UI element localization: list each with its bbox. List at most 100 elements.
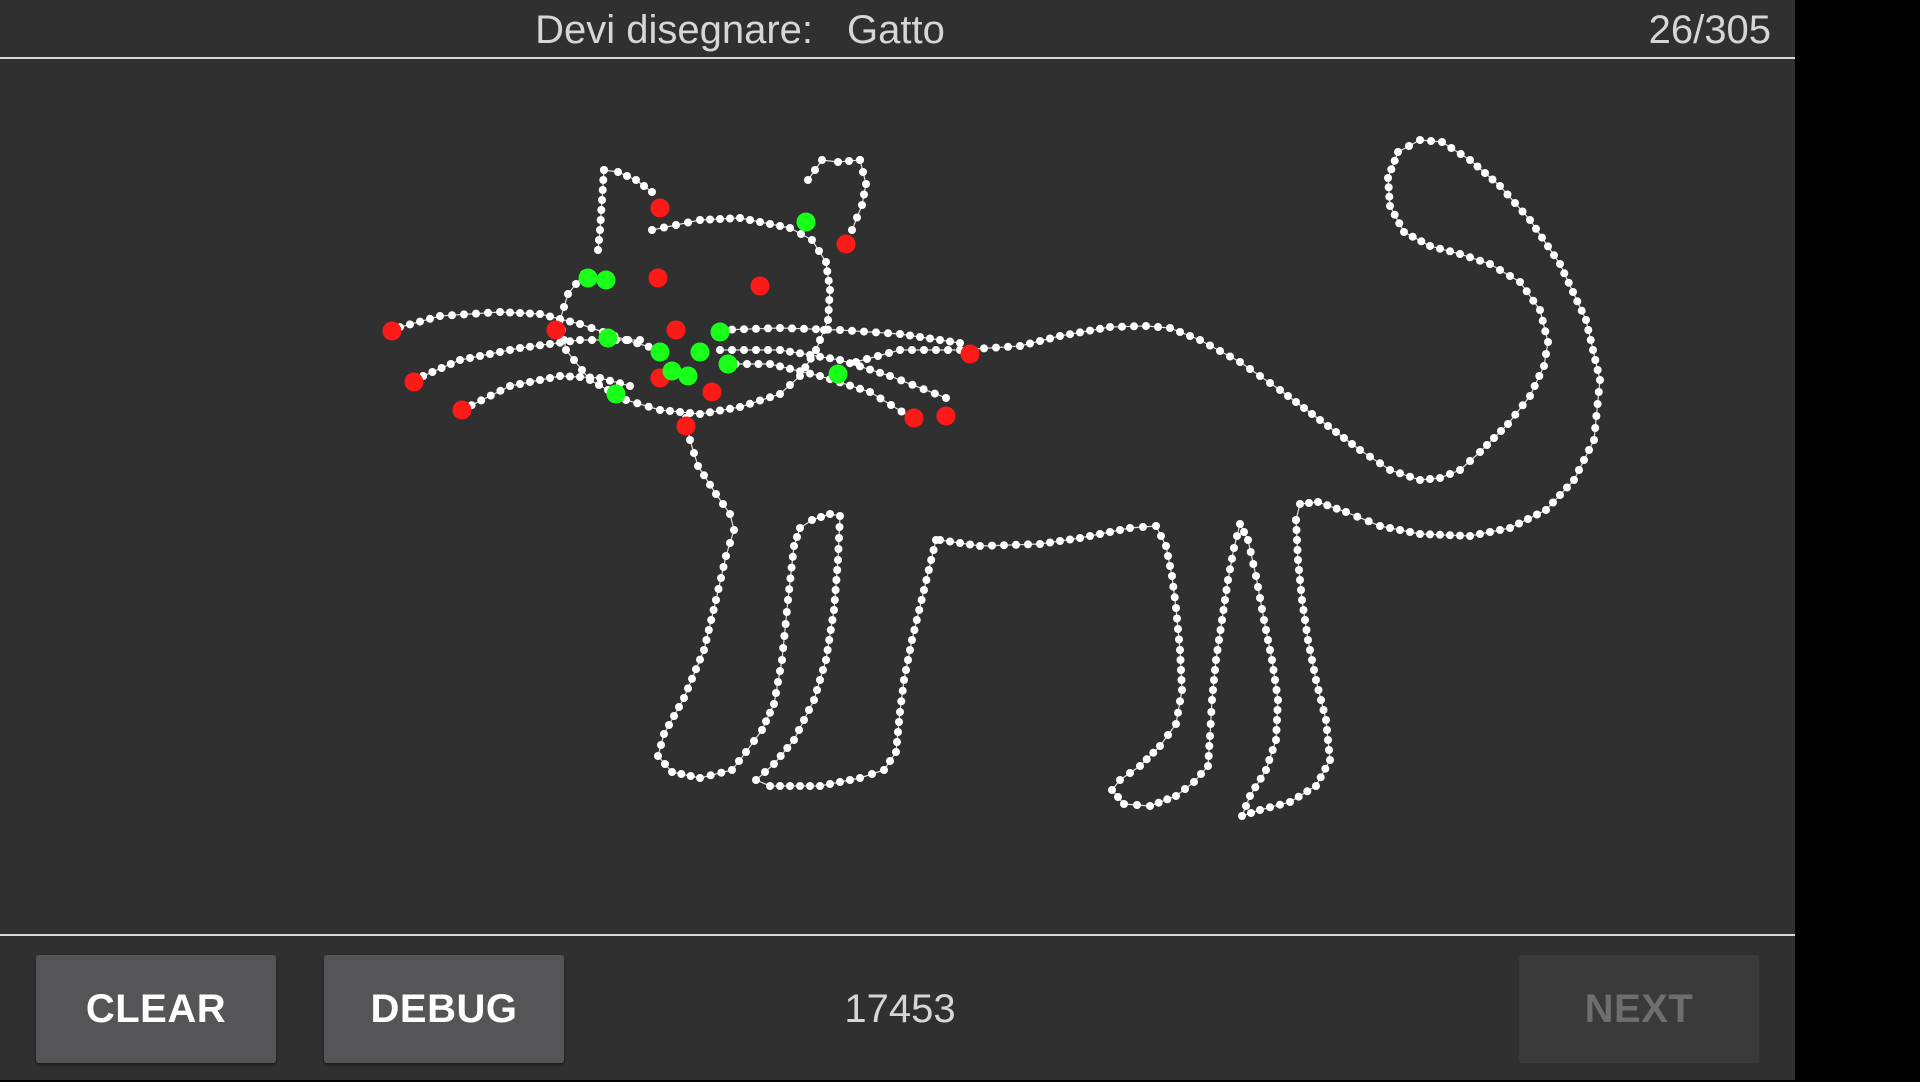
stroke-point — [1447, 144, 1456, 152]
stroke-point — [1416, 530, 1424, 538]
stroke-point — [1120, 800, 1128, 808]
stroke-point — [892, 748, 900, 756]
stroke-point — [1190, 778, 1198, 786]
green-debug-marker — [596, 270, 616, 290]
drawing-svg[interactable] — [0, 59, 1795, 934]
stroke-point — [776, 324, 784, 332]
debug-button[interactable]: DEBUG — [324, 955, 564, 1063]
stroke-point — [835, 534, 843, 542]
stroke-point — [831, 586, 840, 594]
stroke-point — [1170, 593, 1179, 602]
stroke-point — [825, 296, 834, 304]
stroke-point — [1056, 332, 1064, 340]
stroke-point — [1526, 392, 1534, 400]
stroke-point — [816, 352, 824, 361]
stroke-point — [764, 324, 772, 333]
stroke-point — [690, 449, 698, 457]
stroke-point — [788, 324, 796, 333]
green-debug-marker — [578, 268, 598, 288]
stroke-point — [1556, 260, 1564, 268]
stroke-point — [1416, 476, 1424, 484]
stroke-point — [756, 218, 764, 226]
next-button[interactable]: NEXT — [1519, 955, 1759, 1063]
stroke-point — [1026, 339, 1034, 348]
stroke-point — [1126, 524, 1134, 532]
stroke-point — [1593, 366, 1602, 374]
stroke-point — [1114, 793, 1122, 801]
stroke-point — [853, 213, 861, 222]
stroke-point — [1096, 530, 1104, 538]
stroke-point — [1272, 736, 1280, 744]
clear-button[interactable]: CLEAR — [36, 955, 276, 1063]
stroke-point — [830, 606, 838, 614]
stroke-point — [446, 360, 455, 368]
drawing-canvas[interactable] — [0, 59, 1795, 934]
stroke-point — [623, 172, 631, 180]
stroke-point — [780, 632, 789, 640]
stroke-point — [716, 406, 724, 415]
stroke-point — [717, 574, 725, 582]
stroke-point — [761, 768, 769, 776]
stroke-point — [1511, 410, 1520, 419]
stroke-point — [675, 703, 683, 711]
stroke-point — [1326, 756, 1334, 764]
stroke-point — [1046, 334, 1054, 343]
stroke-point — [1535, 372, 1544, 380]
stroke-point — [1152, 522, 1160, 530]
stroke-point — [1323, 726, 1331, 734]
stroke-point — [1272, 686, 1281, 694]
stroke-point — [1544, 338, 1552, 346]
stroke-point — [816, 372, 824, 380]
stroke-point — [1473, 162, 1482, 171]
stroke-point — [598, 196, 606, 204]
stroke-point — [1173, 614, 1181, 623]
stroke-point — [800, 324, 808, 333]
stroke-point — [1436, 530, 1444, 539]
stroke-point — [730, 526, 738, 534]
stroke-point — [936, 336, 944, 344]
stroke-point — [1294, 792, 1303, 801]
stroke-point — [516, 344, 524, 352]
stroke-point — [496, 348, 504, 356]
green-debug-marker — [606, 384, 626, 404]
stroke-point — [1314, 498, 1322, 506]
stroke-point — [812, 325, 820, 334]
green-debug-marker — [710, 322, 730, 342]
stroke-point — [1405, 142, 1413, 150]
stroke-point — [1486, 528, 1494, 536]
stroke-point — [1174, 625, 1182, 633]
stroke-point — [1236, 520, 1244, 528]
stroke-point — [856, 774, 864, 782]
stroke-point — [746, 216, 754, 224]
stroke-point — [808, 236, 816, 244]
red-debug-marker — [836, 234, 856, 254]
stroke-point — [1172, 604, 1180, 612]
stroke-point — [1139, 523, 1147, 531]
stroke-point — [564, 290, 572, 298]
stroke-point — [706, 215, 714, 224]
stroke-point — [796, 782, 804, 790]
stroke-point — [1272, 726, 1281, 734]
stroke-point — [1221, 596, 1229, 604]
stroke-point — [1262, 626, 1270, 634]
stroke-point — [1012, 540, 1020, 549]
stroke-point — [506, 346, 514, 354]
stroke-point — [1306, 646, 1314, 654]
red-debug-marker — [404, 372, 424, 392]
stroke-point — [1324, 422, 1332, 430]
stroke-point — [644, 402, 653, 411]
stroke-point — [1387, 165, 1396, 174]
stroke-point — [944, 346, 952, 354]
stroke-point — [1156, 742, 1164, 750]
stroke-point — [1497, 427, 1505, 435]
stroke-point — [1154, 798, 1163, 807]
stroke-point — [466, 354, 474, 362]
stroke-point — [588, 336, 596, 344]
red-debug-marker — [382, 321, 402, 341]
stroke-point — [1276, 800, 1284, 809]
stroke-point — [826, 286, 834, 294]
stroke-point — [1533, 510, 1541, 519]
stroke-point — [916, 333, 924, 341]
stroke-point — [726, 510, 734, 518]
stroke-point — [1266, 646, 1274, 654]
